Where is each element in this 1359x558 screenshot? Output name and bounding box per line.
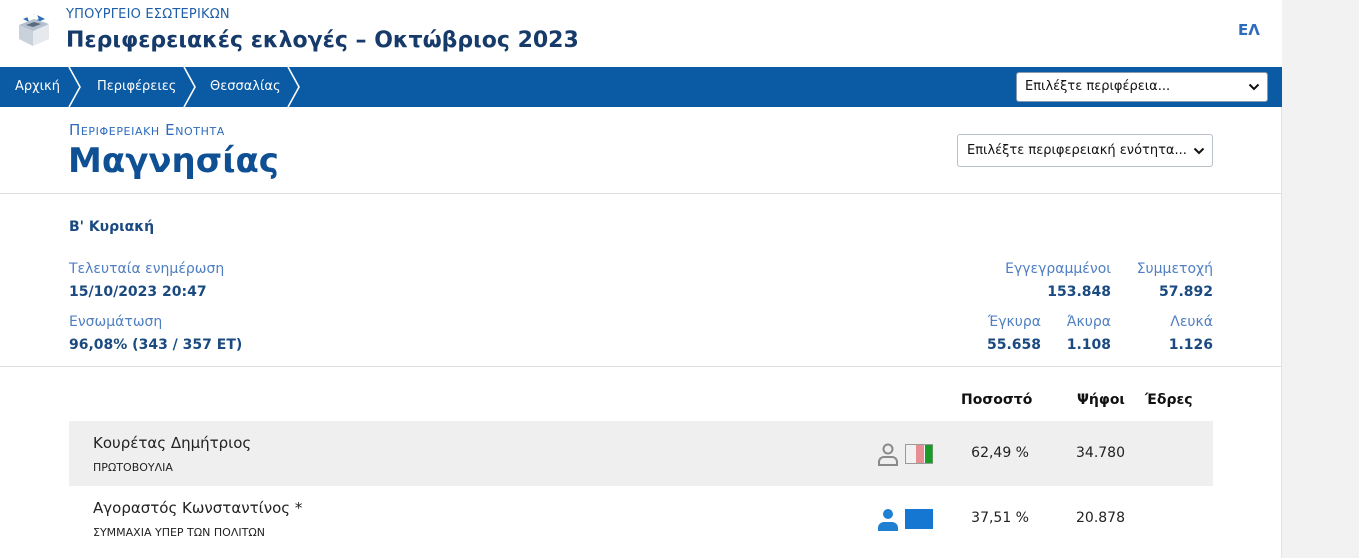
divider	[0, 193, 1282, 194]
breadcrumb-regions[interactable]: Περιφέρειες	[97, 67, 176, 107]
invalid-label: Άκυρα	[1066, 314, 1111, 330]
chevron-down-icon	[1248, 83, 1260, 91]
ballot-box-icon	[19, 13, 49, 46]
candidate-name: Αγοραστός Κωνσταντίνος *	[93, 499, 303, 517]
candidate-party: ΣΥΜΜΑΧΙΑ ΥΠΕΡ ΤΩΝ ΠΟΛΙΤΩΝ	[93, 526, 265, 539]
chevron-down-icon	[1193, 147, 1205, 155]
table-row[interactable]: Αγοραστός Κωνσταντίνος * ΣΥΜΜΑΧΙΑ ΥΠΕΡ Τ…	[69, 486, 1213, 551]
last-update-value: 15/10/2023 20:47	[69, 284, 207, 300]
candidate-percent: 62,49 %	[971, 445, 1029, 461]
candidate-name: Κουρέτας Δημήτριος	[93, 434, 252, 452]
language-switch[interactable]: ΕΛ	[1238, 21, 1260, 39]
candidate-percent: 37,51 %	[971, 510, 1029, 526]
registered-label: Εγγεγραμμένοι	[1005, 261, 1111, 277]
divider	[0, 366, 1282, 367]
unit-select-value: Επιλέξτε περιφερειακή ενότητα...	[967, 143, 1187, 158]
site-header: ΥΠΟΥΡΓΕΙΟ ΕΣΩΤΕΡΙΚΩΝ Περιφερειακές εκλογ…	[0, 0, 1282, 67]
turnout-value: 57.892	[1158, 284, 1213, 300]
invalid-value: 1.108	[1066, 337, 1111, 353]
column-header-votes: Ψήφοι	[1077, 392, 1125, 408]
column-header-percent: Ποσοστό	[961, 392, 1033, 408]
column-header-seats: Έδρες	[1145, 392, 1193, 408]
blank-label: Λευκά	[1170, 314, 1213, 330]
round-label: Β' Κυριακή	[69, 219, 155, 235]
candidate-votes: 34.780	[1076, 445, 1125, 461]
registered-value: 153.848	[1047, 284, 1111, 300]
breadcrumb-thessaly[interactable]: Θεσσαλίας	[210, 67, 281, 107]
breadcrumb-separator-icon	[287, 67, 300, 107]
valid-value: 55.658	[986, 337, 1041, 353]
last-update-label: Τελευταία ενημέρωση	[69, 261, 225, 277]
person-icon	[878, 509, 898, 531]
integration-value: 96,08% (343 / 357 ΕΤ)	[69, 337, 243, 353]
candidate-party: ΠΡΩΤΟΒΟΥΛΙΑ	[93, 461, 173, 474]
breadcrumb-home[interactable]: Αρχική	[15, 67, 60, 107]
page-title: Περιφερειακές εκλογές – Οκτώβριος 2023	[66, 28, 579, 53]
integration-label: Ενσωμάτωση	[69, 314, 163, 330]
page: ΥΠΟΥΡΓΕΙΟ ΕΣΩΤΕΡΙΚΩΝ Περιφερειακές εκλογ…	[0, 0, 1282, 558]
blank-value: 1.126	[1168, 337, 1213, 353]
breadcrumb-separator-icon	[68, 67, 81, 107]
table-row[interactable]: Κουρέτας Δημήτριος ΠΡΩΤΟΒΟΥΛΙΑ 62,49 % 3…	[69, 421, 1213, 486]
turnout-label: Συμμετοχή	[1136, 261, 1213, 277]
unit-name: Μαγνησίας	[68, 141, 279, 181]
candidate-votes: 20.878	[1076, 510, 1125, 526]
region-select[interactable]: Επιλέξτε περιφέρεια...	[1016, 72, 1268, 102]
valid-label: Έγκυρα	[987, 314, 1041, 330]
unit-select[interactable]: Επιλέξτε περιφερειακή ενότητα...	[957, 134, 1213, 167]
ministry-name: ΥΠΟΥΡΓΕΙΟ ΕΣΩΤΕΡΙΚΩΝ	[66, 7, 230, 22]
region-select-value: Επιλέξτε περιφέρεια...	[1025, 79, 1171, 94]
unit-type-label: Περιφερειακη Ενοτητα	[69, 121, 225, 139]
party-color-swatch	[905, 509, 933, 529]
party-color-swatch	[905, 444, 933, 464]
breadcrumb-separator-icon	[183, 67, 196, 107]
person-icon	[878, 443, 898, 466]
